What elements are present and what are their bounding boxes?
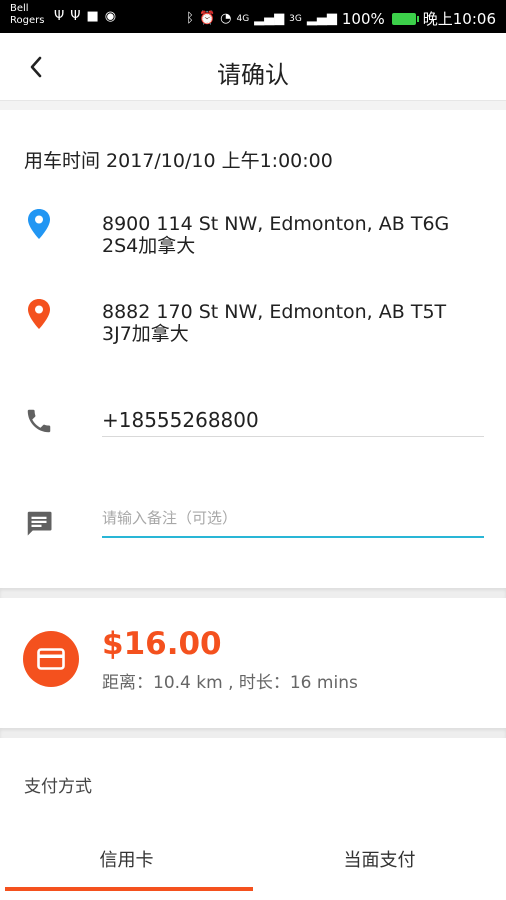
notification-icons: Ψ Ψ ■ ◉ (54, 9, 116, 24)
signal-icon: ▂▄▆ (254, 11, 285, 26)
fare-amount: $16.00 (102, 626, 222, 662)
status-bar: Bell Rogers Ψ Ψ ■ ◉ ᛒ ⏰ ◔ 4G ▂▄▆ 3G ▂▄▆ … (0, 0, 506, 33)
clock: 晚上10:06 (422, 10, 496, 28)
app-icon: ◉ (104, 9, 117, 24)
section-gap (0, 728, 506, 738)
payment-method-label: 支付方式 (24, 777, 92, 797)
battery-percent: 100% (341, 9, 385, 28)
payment-section: 支付方式 信用卡 当面支付 (0, 738, 506, 900)
dropoff-address: 8882 170 St NW, Edmonton, AB T5T 3J7加拿大 (102, 301, 482, 345)
usb-icon: Ψ (54, 9, 65, 24)
alarm-icon: ⏰ (198, 11, 216, 26)
bluetooth-icon: ᛒ (186, 11, 194, 26)
section-gap (0, 101, 506, 110)
phone-icon (27, 409, 51, 433)
payment-card-icon (23, 631, 79, 687)
comment-icon (27, 511, 52, 536)
carrier-label: Bell Rogers (10, 3, 44, 27)
status-right: ᛒ ⏰ ◔ 4G ▂▄▆ 3G ▂▄▆ 100% 晚上10:06 (186, 8, 496, 29)
section-gap (0, 588, 506, 598)
note-input-underline (102, 536, 484, 538)
pickup-address: 8900 114 St NW, Edmonton, AB T6G 2S4加拿大 (102, 213, 482, 257)
dropoff-address-line-1: 8882 170 St NW, Edmonton, AB T5T (102, 301, 447, 323)
wifi-icon: ◔ (220, 11, 232, 26)
network-label: 4G (236, 13, 250, 24)
signal-icon-2: ▂▄▆ (306, 11, 337, 26)
network-label-2: 3G (289, 13, 302, 24)
ride-time: 用车时间 2017/10/10 上午1:00:00 (24, 150, 333, 172)
tab-label: 信用卡 (99, 850, 154, 871)
camera-icon: ■ (86, 9, 99, 24)
carrier-line-2: Rogers (10, 15, 45, 26)
dropoff-address-line-2: 3J7加拿大 (102, 323, 189, 345)
trip-details-card: 用车时间 2017/10/10 上午1:00:00 8900 114 St NW… (0, 110, 506, 588)
usb-icon-2: Ψ (70, 9, 81, 24)
pickup-address-line-2: 2S4加拿大 (102, 235, 196, 257)
note-input[interactable] (102, 502, 484, 534)
pickup-address-line-1: 8900 114 St NW, Edmonton, AB T6G (102, 213, 450, 235)
tab-indicator (5, 887, 253, 891)
fare-detail: 距离：10.4 km , 时长：16 mins (102, 673, 358, 693)
battery-icon (391, 12, 419, 25)
tab-credit-card[interactable]: 信用卡 (0, 830, 253, 890)
tab-label: 当面支付 (343, 850, 416, 871)
page-title: 请确认 (217, 61, 289, 89)
phone-number[interactable]: +18555268800 (102, 408, 259, 432)
carrier-line-1: Bell (10, 3, 29, 14)
fare-section: $16.00 距离：10.4 km , 时长：16 mins (0, 598, 506, 728)
phone-underline (102, 436, 484, 437)
tab-pay-in-person[interactable]: 当面支付 (253, 830, 506, 890)
dropoff-location-icon (28, 299, 50, 329)
pickup-location-icon (28, 209, 50, 239)
app-header: 请确认 (0, 33, 506, 101)
